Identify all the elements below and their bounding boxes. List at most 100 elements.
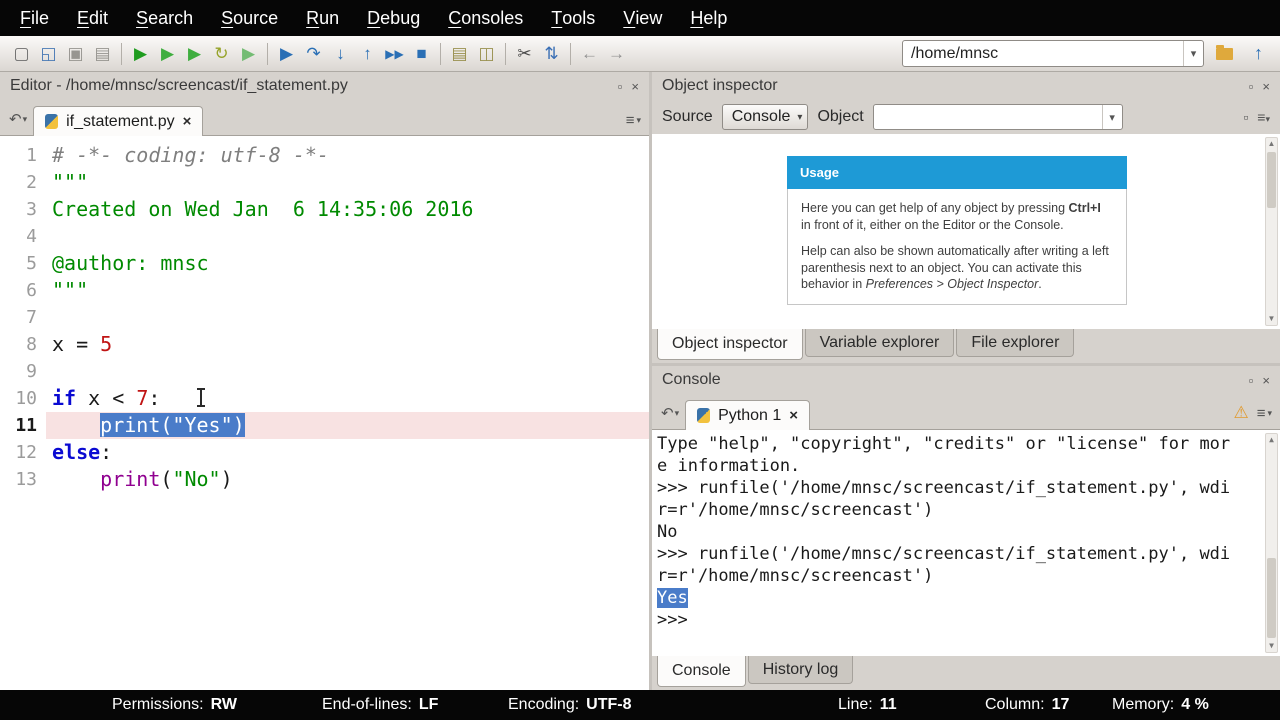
debug-file-icon: ▶: [279, 44, 294, 63]
source-combo[interactable]: Console ▾: [721, 104, 809, 130]
browse-tabs-button[interactable]: ↶ ▾: [5, 107, 31, 131]
tools-button[interactable]: ✂: [511, 40, 538, 67]
scroll-up-icon[interactable]: ▲: [1266, 435, 1277, 445]
console-tab-label: Python 1: [718, 406, 782, 424]
browse-tabs-icon: ↶: [9, 111, 22, 128]
scroll-up-icon[interactable]: ▲: [1266, 139, 1277, 149]
debug-continue-button[interactable]: ▶▶: [381, 40, 408, 67]
inspector-scrollbar[interactable]: ▲ ▼: [1265, 137, 1278, 326]
save-file-button[interactable]: ▣: [62, 40, 89, 67]
editor-pane-header: Editor - /home/mnsc/screencast/if_statem…: [0, 72, 649, 100]
menu-item-file[interactable]: File: [6, 0, 63, 36]
source-label: Source: [662, 108, 713, 125]
code-line-10: 10 if x < 7:: [0, 385, 649, 412]
run-file-button[interactable]: ▶: [127, 40, 154, 67]
working-directory-value: /home/mnsc: [911, 44, 999, 62]
code-line-8: 8x = 5: [0, 331, 649, 358]
tab-options-button[interactable]: ≡ ▾: [626, 112, 646, 135]
menu-item-view[interactable]: View: [609, 0, 676, 36]
warning-icon[interactable]: ⚠: [1233, 403, 1248, 423]
tab-file-explorer[interactable]: File explorer: [956, 329, 1075, 357]
console-pane: Console ▫ × ↶ ▾ Python 1 × ⚠ ≡ ▾ Type "h…: [652, 366, 1280, 690]
scrollbar-thumb[interactable]: [1267, 558, 1276, 638]
tab-history-log[interactable]: History log: [747, 656, 854, 684]
working-directory-combo[interactable]: /home/mnsc ▾: [902, 40, 1204, 67]
code-line-9: 9: [0, 358, 649, 385]
chevron-down-icon: ▾: [797, 111, 803, 123]
close-tab-icon[interactable]: ×: [789, 408, 798, 423]
step-into-icon: ↓: [336, 44, 345, 63]
python-file-icon: [697, 408, 711, 423]
split-layout-button[interactable]: ◫: [473, 40, 500, 67]
tab-variable-explorer[interactable]: Variable explorer: [804, 329, 955, 357]
close-icon[interactable]: ×: [1262, 374, 1270, 387]
toolbar-separator: [121, 42, 122, 65]
scrollbar-thumb[interactable]: [1267, 152, 1276, 208]
save-file-icon: ▣: [67, 44, 84, 63]
scroll-down-icon[interactable]: ▼: [1266, 641, 1277, 651]
menu-item-consoles[interactable]: Consoles: [434, 0, 537, 36]
editor-tab-if-statement[interactable]: if_statement.py ×: [33, 106, 204, 136]
save-all-button[interactable]: ▤: [89, 40, 116, 67]
browse-tabs-button[interactable]: ↶ ▾: [657, 401, 683, 425]
chevron-down-icon[interactable]: ▾: [1101, 105, 1122, 129]
python-path-manager-button[interactable]: ⇅: [538, 40, 565, 67]
forward-button[interactable]: →: [603, 40, 630, 67]
close-tab-icon[interactable]: ×: [183, 114, 192, 129]
parent-directory-button[interactable]: ↑: [1245, 40, 1272, 67]
console-tabs: Console History log: [652, 656, 1280, 690]
step-return-button[interactable]: ↑: [354, 40, 381, 67]
undock-icon[interactable]: ▫: [1249, 80, 1254, 93]
close-icon[interactable]: ×: [1262, 80, 1270, 93]
status-column: Column: 17: [985, 696, 1070, 713]
object-combo[interactable]: ▾: [872, 104, 1123, 130]
chevron-down-icon: ▾: [674, 407, 680, 418]
step-over-button[interactable]: ↷: [300, 40, 327, 67]
menu-item-tools[interactable]: Tools: [537, 0, 609, 36]
undock-icon[interactable]: ▫: [1243, 109, 1248, 125]
run-cell-button[interactable]: ▶: [154, 40, 181, 67]
menu-item-search[interactable]: Search: [122, 0, 207, 36]
menu-item-debug[interactable]: Debug: [353, 0, 434, 36]
chevron-down-icon[interactable]: ▾: [1183, 41, 1203, 66]
menu-item-edit[interactable]: Edit: [63, 0, 122, 36]
chevron-down-icon: ▾: [22, 113, 28, 124]
new-file-button[interactable]: ▢: [8, 40, 35, 67]
debug-stop-button[interactable]: ■: [408, 40, 435, 67]
toolbar-separator: [570, 42, 571, 65]
rerun-file-icon: ↻: [214, 44, 229, 63]
console-line-6: >>> runfile('/home/mnsc/screencast/if_st…: [657, 544, 1231, 564]
console-tab-python-1[interactable]: Python 1 ×: [685, 400, 811, 430]
usage-card-title: Usage: [787, 156, 1127, 189]
debug-file-button[interactable]: ▶: [273, 40, 300, 67]
usage-card-body: Here you can get help of any object by p…: [787, 189, 1127, 305]
undock-icon[interactable]: ▫: [1249, 374, 1254, 387]
forward-icon: →: [608, 44, 625, 63]
console-output[interactable]: Type "help", "copyright", "credits" or "…: [652, 430, 1280, 656]
run-selection-button[interactable]: ▶: [235, 40, 262, 67]
tab-console[interactable]: Console: [657, 656, 746, 687]
inspector-options-button[interactable]: ≡▾: [1257, 109, 1270, 125]
browse-directory-button[interactable]: [1211, 40, 1238, 67]
step-into-button[interactable]: ↓: [327, 40, 354, 67]
back-button[interactable]: ←: [576, 40, 603, 67]
new-file-icon: ▢: [13, 44, 30, 63]
usage-card: Usage Here you can get help of any objec…: [787, 156, 1127, 305]
run-cell-advance-button[interactable]: ▶: [181, 40, 208, 67]
code-line-12: 12 else:: [0, 439, 649, 466]
undock-icon[interactable]: ▫: [618, 80, 623, 93]
menu-item-run[interactable]: Run: [292, 0, 353, 36]
menu-item-help[interactable]: Help: [676, 0, 741, 36]
console-scrollbar[interactable]: ▲ ▼: [1265, 433, 1278, 653]
menu-item-source[interactable]: Source: [207, 0, 292, 36]
line-number: 4: [26, 226, 37, 247]
tab-object-inspector[interactable]: Object inspector: [657, 329, 803, 360]
maximize-pane-button[interactable]: ▤: [446, 40, 473, 67]
rerun-file-button[interactable]: ↻: [208, 40, 235, 67]
scroll-down-icon[interactable]: ▼: [1266, 314, 1277, 324]
open-file-button[interactable]: ◱: [35, 40, 62, 67]
close-icon[interactable]: ×: [631, 80, 639, 93]
toolbar-separator: [267, 42, 268, 65]
code-area[interactable]: 1 # -*- coding: utf-8 -*- 2 """ 3 Created on …: [0, 136, 649, 690]
python-path-manager-icon: ⇅: [544, 44, 559, 63]
